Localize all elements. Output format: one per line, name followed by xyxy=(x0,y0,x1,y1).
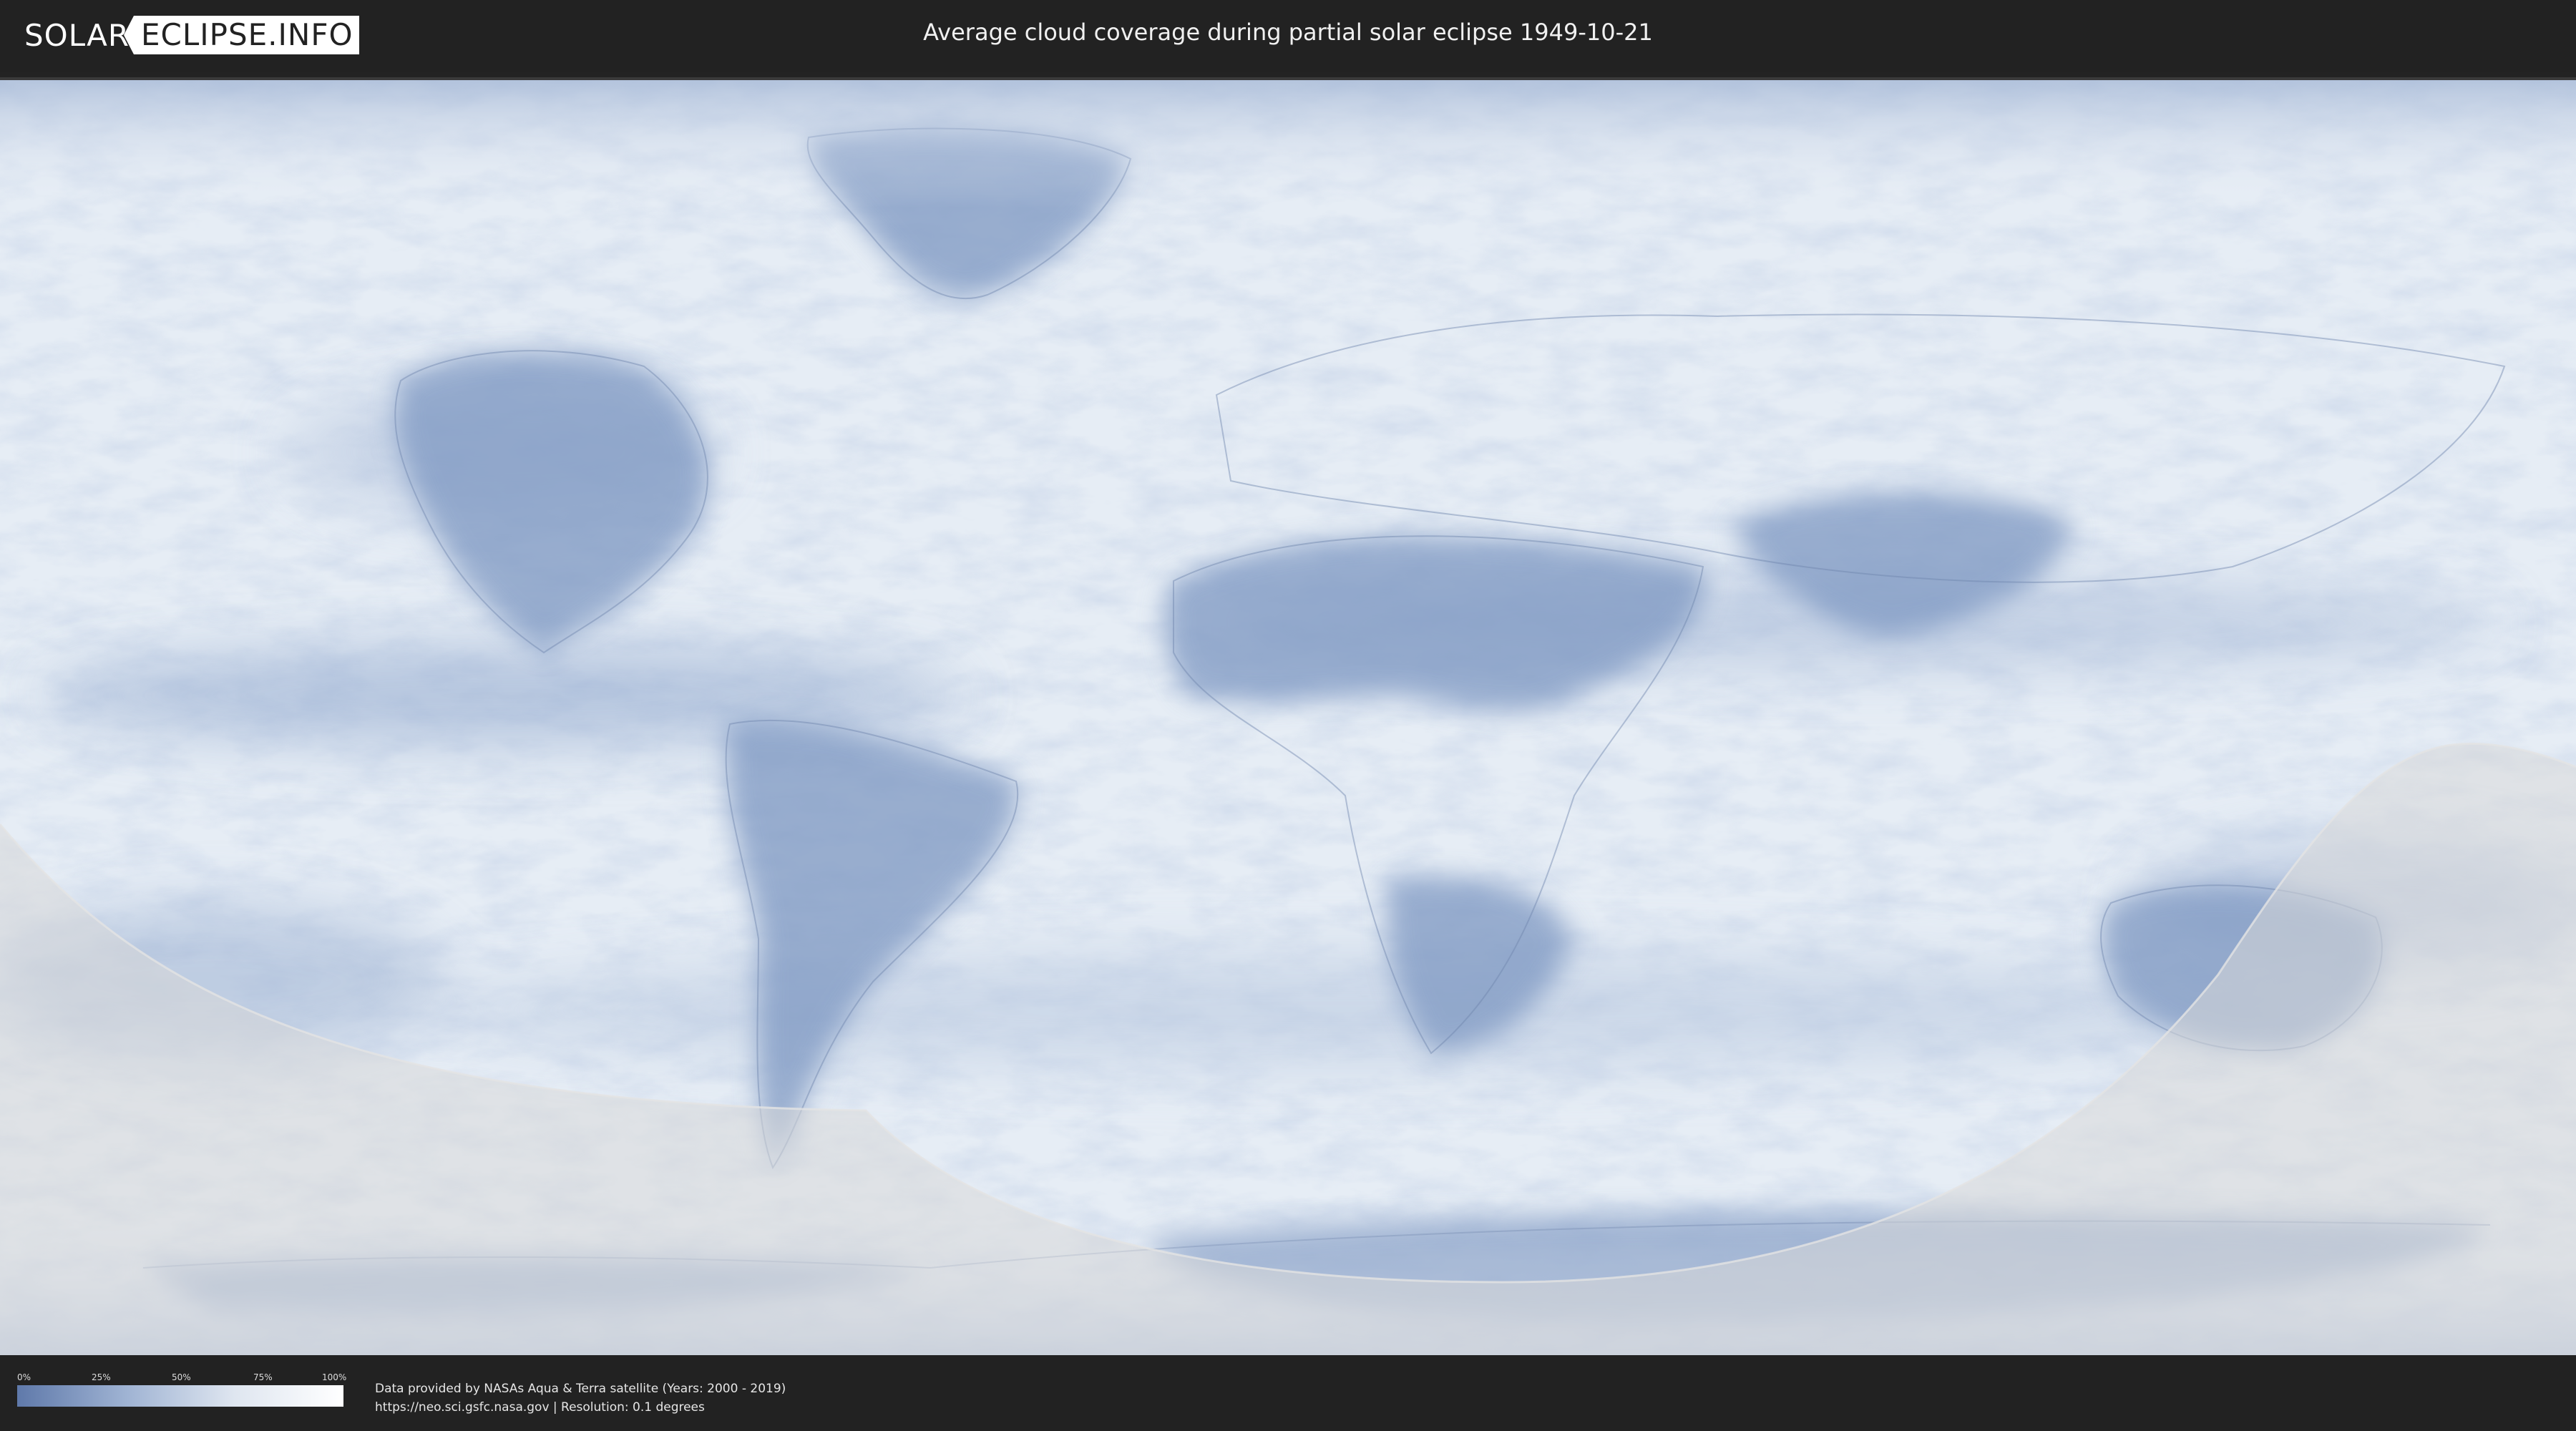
credits-url: https://neo.sci.gsfc.nasa.gov | Resoluti… xyxy=(375,1400,705,1415)
legend-ticks: 0% 25% 50% 75% 100% xyxy=(17,1372,347,1385)
data-credits: Data provided by NASAs Aqua & Terra sate… xyxy=(375,1379,786,1417)
legend-tick-50: 50% xyxy=(172,1372,191,1382)
cloud-coverage-map[interactable] xyxy=(0,77,2576,1358)
map-svg xyxy=(0,80,2576,1358)
legend-tick-75: 75% xyxy=(253,1372,273,1382)
page-title: Average cloud coverage during partial so… xyxy=(923,19,1653,46)
legend-tick-100: 100% xyxy=(322,1372,347,1382)
legend-tick-25: 25% xyxy=(92,1372,111,1382)
legend-tick-0: 0% xyxy=(17,1372,31,1382)
legend-color-bar xyxy=(17,1385,343,1407)
cloud-coverage-legend: 0% 25% 50% 75% 100% xyxy=(17,1372,347,1407)
credits-source: Data provided by NASAs Aqua & Terra sate… xyxy=(375,1382,786,1396)
